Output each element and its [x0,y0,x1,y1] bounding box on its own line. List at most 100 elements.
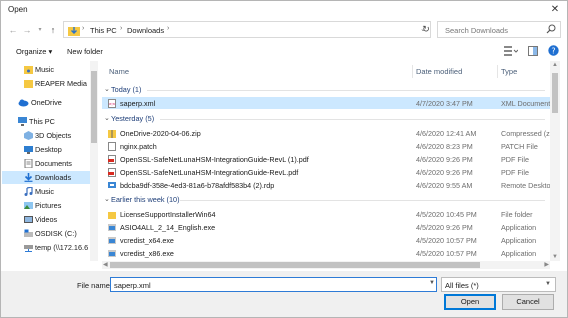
refresh-icon[interactable]: ↻ [419,22,433,36]
nav-item-label: Music [35,187,55,196]
nav-item-label: Pictures [35,201,62,210]
file-name: OneDrive-2020-04-06.zip [120,129,201,138]
nav-item-desktop[interactable]: Desktop [2,143,90,156]
recent-locations-chevron-icon[interactable]: ▾ [34,23,46,37]
cancel-button[interactable]: Cancel [502,294,554,310]
exe-icon [108,237,116,244]
file-row[interactable]: <> saperp.xml 4/7/2020 3:47 PM XML Docum… [102,97,550,109]
open-dialog: Open ✕ ← → ▾ ↑ › This PC › Downloads › ⌄… [0,0,568,318]
nav-item-temp-network[interactable]: temp (\\172.16.6 [2,241,90,254]
nav-pane-scrollbar[interactable] [90,61,98,261]
title-bar: Open ✕ [1,1,567,19]
column-header-date[interactable]: Date modified [416,67,462,76]
organize-button[interactable]: Organize ▾ [16,47,52,56]
file-list-vertical-scrollbar[interactable]: ▲ ▼ [550,61,560,261]
file-date: 4/7/2020 3:47 PM [416,99,473,108]
exe-icon [108,224,116,231]
nav-item-this-pc[interactable]: This PC [2,115,90,128]
file-type: Compressed (zip [501,129,550,138]
file-row[interactable]: vcredist_x64.exe 4/5/2020 10:57 PM Appli… [102,234,550,246]
network-drive-icon [24,245,33,252]
navigation-bar: ← → ▾ ↑ › This PC › Downloads › ⌄ ↻ Sear… [1,20,567,40]
nav-item-osdisk[interactable]: OSDISK (C:) [2,227,90,240]
cloud-icon [18,99,29,107]
file-row[interactable]: ASIO4ALL_2_14_English.exe 4/5/2020 9:26 … [102,221,550,233]
nav-pane-scroll-thumb[interactable] [91,71,97,143]
file-name-dropdown-icon[interactable]: ▼ [429,280,435,286]
group-header-today[interactable]: ⌄ Today (1) [102,85,550,96]
chevron-down-icon: ⌄ [104,86,110,93]
address-bar[interactable]: › This PC › Downloads › ⌄ [63,21,431,38]
file-row[interactable]: bdcba9df-358e-4ed3-81a6-b78afdf583b4 (2)… [102,179,550,191]
nav-item-3d-objects[interactable]: 3D Objects [2,129,90,142]
command-bar: Organize ▾ New folder ? [1,43,567,61]
forward-arrow-icon[interactable]: → [21,23,33,37]
scroll-up-arrow-icon[interactable]: ▲ [551,62,559,68]
chevron-down-icon: ⌄ [104,196,110,203]
nav-item-label: Documents [35,159,72,168]
nav-item-documents[interactable]: Documents [2,157,90,170]
file-icon [108,142,116,151]
column-divider[interactable] [497,65,498,78]
pc-icon [18,117,27,126]
file-type: PDF File [501,155,529,164]
nav-item-music-pinned[interactable]: Music [2,63,90,76]
file-row[interactable]: vcredist_x86.exe 4/5/2020 10:57 PM Appli… [102,247,550,259]
breadcrumb-separator-icon: › [82,25,85,32]
group-divider [160,119,545,120]
nav-item-downloads[interactable]: Downloads [2,171,90,184]
file-type: File folder [501,210,533,219]
group-label: Earlier this week (10) [111,195,180,204]
file-row[interactable]: OpenSSL-SafeNetLunaHSM-IntegrationGuide-… [102,166,550,178]
file-date: 4/5/2020 9:26 PM [416,223,473,232]
search-placeholder: Search Downloads [445,26,508,35]
breadcrumb-downloads[interactable]: Downloads [127,26,164,35]
dialog-title: Open [8,5,28,14]
horizontal-scroll-thumb[interactable] [110,262,480,268]
nav-item-onedrive[interactable]: OneDrive [2,96,90,109]
file-name: saperp.xml [120,99,156,108]
back-arrow-icon[interactable]: ← [7,23,19,37]
breadcrumb-separator-icon: › [167,25,170,32]
download-folder-icon [68,27,80,36]
new-folder-button[interactable]: New folder [67,47,103,56]
exe-icon [108,250,116,257]
nav-item-label: REAPER Media [35,79,87,88]
file-date: 4/5/2020 10:45 PM [416,210,477,219]
column-divider[interactable] [412,65,413,78]
up-arrow-icon[interactable]: ↑ [47,23,59,37]
group-header-earlier-this-week[interactable]: ⌄ Earlier this week (10) [102,195,550,206]
file-row[interactable]: OpenSSL-SafeNetLunaHSM-IntegrationGuide-… [102,153,550,165]
nav-item-pictures[interactable]: Pictures [2,199,90,212]
column-header-type[interactable]: Type [501,67,517,76]
breadcrumb-this-pc[interactable]: This PC [90,26,117,35]
search-box[interactable]: Search Downloads [437,21,561,38]
group-header-yesterday[interactable]: ⌄ Yesterday (5) [102,114,550,125]
file-list-horizontal-scrollbar[interactable]: ◀ ▶ [102,261,550,269]
vertical-scroll-thumb[interactable] [552,73,558,113]
file-name: LicenseSupportInstallerWin64 [120,210,216,219]
file-type: PDF File [501,168,529,177]
close-icon[interactable]: ✕ [547,2,563,18]
file-row[interactable]: nginx.patch 4/6/2020 8:23 PM PATCH File [102,140,550,152]
nav-item-label: Desktop [35,145,62,154]
zip-folder-icon [108,130,116,138]
nav-item-label: Music [35,65,55,74]
column-header-name[interactable]: Name [109,67,129,76]
nav-item-reaper-media[interactable]: REAPER Media [2,77,90,90]
help-icon[interactable]: ? [548,45,559,58]
scroll-left-arrow-icon[interactable]: ◀ [103,261,108,268]
open-button[interactable]: Open [444,294,496,310]
scroll-right-arrow-icon[interactable]: ▶ [544,261,549,268]
view-options-icon[interactable] [503,45,519,58]
nav-item-music[interactable]: Music [2,185,90,198]
nav-item-videos[interactable]: Videos [2,213,90,226]
scroll-down-arrow-icon[interactable]: ▼ [551,254,559,260]
file-type-select[interactable]: All files (*) ▼ [441,277,556,292]
file-name: OpenSSL-SafeNetLunaHSM-IntegrationGuide-… [120,168,299,177]
file-date: 4/6/2020 9:26 PM [416,168,473,177]
file-name-input[interactable]: saperp.xml [110,277,437,292]
file-row[interactable]: LicenseSupportInstallerWin64 4/5/2020 10… [102,208,550,220]
file-row[interactable]: OneDrive-2020-04-06.zip 4/6/2020 12:41 A… [102,127,550,139]
preview-pane-icon[interactable] [527,45,538,58]
